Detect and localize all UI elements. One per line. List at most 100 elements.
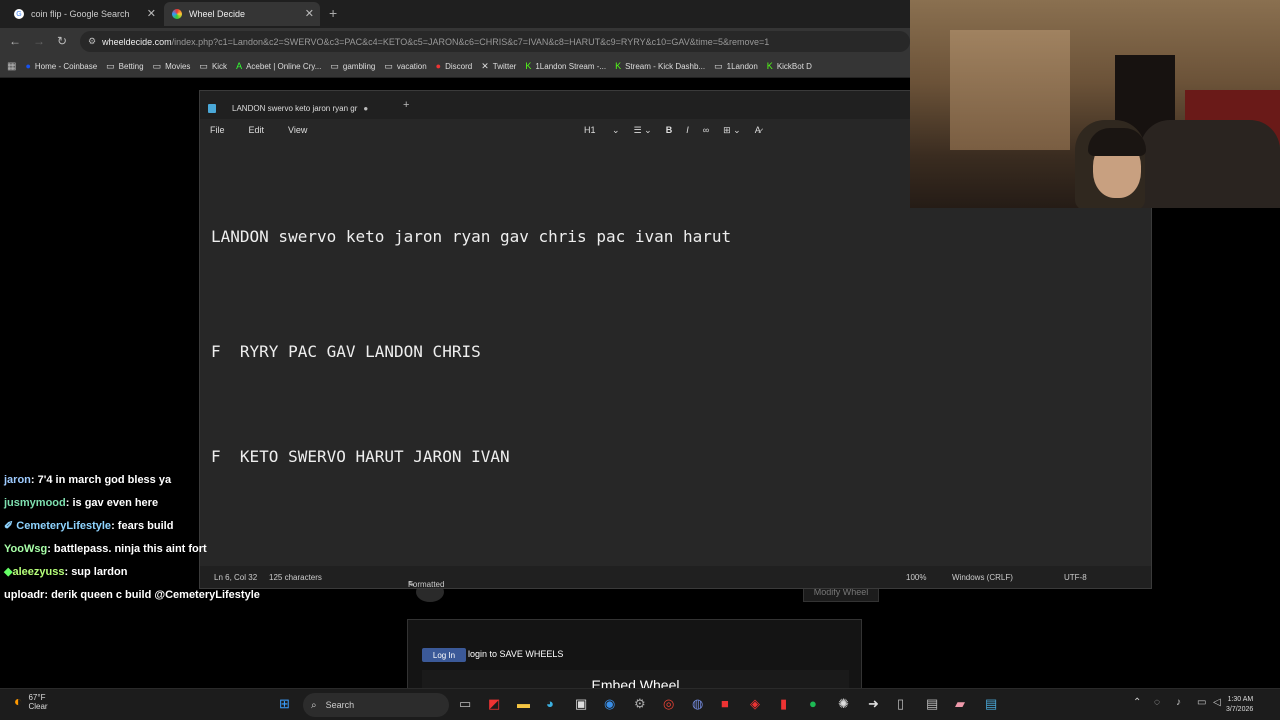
steam-icon[interactable]: ◉ xyxy=(604,696,615,712)
clock-date: 3/7/2026 xyxy=(1226,706,1254,713)
chat-message: ◆aleezyuss: sup lardon xyxy=(4,566,128,578)
folder-icon: ▭ xyxy=(152,60,162,71)
bookmark-kick-dashboard[interactable]: K Stream - Kick Dashb... xyxy=(615,61,705,71)
address-bar[interactable]: ⚙ wheeldecide.com /index.php?c1=Landon&c… xyxy=(80,31,910,52)
tab-label: Wheel Decide xyxy=(189,9,246,19)
weather-widget[interactable]: ◐ 67°F Clear xyxy=(14,693,48,711)
tray-overflow-icon[interactable]: ⌃ xyxy=(1133,697,1141,708)
system-clock[interactable]: 1:30 AM 3/7/2026 xyxy=(1226,695,1253,715)
app-icon[interactable]: ▮ xyxy=(780,696,787,712)
chat-message: jaron: 7'4 in march god bless ya xyxy=(4,474,172,486)
facebook-login-button[interactable]: Log In xyxy=(422,648,466,662)
chat-message: YooWsg: battlepass. ninja this aint fort xyxy=(4,543,207,555)
italic-icon[interactable]: I xyxy=(686,125,689,135)
wheel-icon xyxy=(172,9,182,19)
display-icon[interactable]: ▭ xyxy=(1197,697,1206,708)
edge-icon[interactable]: ◕ xyxy=(546,696,554,711)
obs-icon[interactable]: ✺ xyxy=(838,696,849,712)
bookmark-kickbot[interactable]: K KickBot D xyxy=(767,61,812,71)
temperature: 67°F xyxy=(28,693,46,702)
notepad-editor[interactable]: LANDON swervo keto jaron ryan gav chris … xyxy=(211,149,731,544)
bookmark-betting[interactable]: ▭ Betting xyxy=(106,61,143,72)
line-ending[interactable]: Windows (CRLF) xyxy=(952,573,1013,582)
notepad-tab-title: LANDON swervo keto jaron ryan gr xyxy=(232,103,358,113)
new-tab-button[interactable]: + xyxy=(329,5,337,21)
bookmark-kick[interactable]: ▭ Kick xyxy=(199,61,227,72)
tab-coin-flip[interactable]: G coin flip - Google Search ✕ xyxy=(6,2,162,26)
store-icon[interactable]: ▣ xyxy=(575,696,587,712)
kickbot-icon: K xyxy=(766,61,773,71)
apps-grid-icon[interactable]: ▦ xyxy=(7,61,16,72)
folder-icon: ▭ xyxy=(199,60,208,71)
task-view-icon[interactable]: ▭ xyxy=(459,696,471,712)
bookmark-coinbase[interactable]: ● Home - Coinbase xyxy=(25,61,97,71)
bookmark-1landon[interactable]: ▭ 1Landon xyxy=(714,61,758,72)
notepad-new-tab-button[interactable]: + xyxy=(403,99,409,111)
settings-icon[interactable]: ⚙ xyxy=(634,696,646,712)
kick-icon: K xyxy=(525,61,532,71)
app-pin-icon[interactable]: ▯ xyxy=(897,696,904,712)
calculator-icon[interactable]: ▤ xyxy=(926,696,938,712)
url-host: wheeldecide.com xyxy=(102,36,172,47)
mic-icon[interactable]: ♪ xyxy=(1176,697,1181,708)
bookmark-acebet[interactable]: A Acebet | Online Cry... xyxy=(236,61,321,71)
app-pink-icon[interactable]: ▰ xyxy=(955,696,965,712)
table-icon[interactable]: ⊞ ⌄ xyxy=(723,125,741,136)
tab-label: coin flip - Google Search xyxy=(31,9,130,19)
spotify-icon[interactable]: ● xyxy=(809,696,817,711)
volume-icon[interactable]: ◁ xyxy=(1213,697,1221,708)
unsaved-dot-icon[interactable]: ● xyxy=(363,104,368,113)
bold-icon[interactable]: B xyxy=(666,125,673,135)
editor-line: F RYRY PAC GAV LANDON CHRIS xyxy=(211,342,481,361)
app-arrow-icon[interactable]: ➜ xyxy=(868,696,879,712)
network-icon[interactable]: ◌ xyxy=(1154,697,1160,708)
clear-format-icon[interactable]: A̷ xyxy=(755,125,761,135)
url-path: /index.php?c1=Landon&c2=SWERVO&c3=PAC&c4… xyxy=(171,36,770,47)
folder-icon: ▭ xyxy=(106,60,115,71)
app-red-icon[interactable]: ■ xyxy=(721,696,729,711)
notepad-taskbar-icon[interactable]: ▤ xyxy=(985,696,997,712)
menu-file[interactable]: File xyxy=(210,125,225,135)
back-icon[interactable]: ← xyxy=(9,34,21,48)
taskbar-search[interactable]: ⌕ Search xyxy=(303,693,449,717)
forward-icon[interactable]: → xyxy=(33,34,45,48)
zoom-level[interactable]: 100% xyxy=(906,573,926,582)
folder-icon: ▭ xyxy=(714,60,723,71)
chat-overlay: jaron: 7'4 in march god bless ya jusmymo… xyxy=(4,470,260,608)
tab-wheel-decide[interactable]: Wheel Decide ✕ xyxy=(164,2,320,26)
char-count: 125 characters xyxy=(269,573,322,582)
reload-icon[interactable]: ↻ xyxy=(57,34,67,48)
x-icon: ✕ xyxy=(481,60,489,71)
bookmark-1landon-stream[interactable]: K 1Landon Stream -... xyxy=(525,61,606,71)
acebet-icon: A xyxy=(236,61,243,71)
taskbar: ◐ 67°F Clear ⊞ ⌕ Search ▭ ◩ ▬ ◕ ▣ ◉ ⚙ ◎ ◍… xyxy=(0,688,1280,720)
editor-line: F KETO SWERVO HARUT JARON IVAN xyxy=(211,447,510,466)
sheet-icon[interactable]: ◈ xyxy=(750,696,760,712)
folder-icon: ▭ xyxy=(384,60,393,71)
menu-view[interactable]: View xyxy=(288,125,307,135)
menu-edit[interactable]: Edit xyxy=(249,125,265,135)
bookmark-twitter[interactable]: ✕ Twitter xyxy=(481,61,516,72)
bookmark-movies[interactable]: ▭ Movies xyxy=(153,61,191,72)
list-icon[interactable]: ☰ ⌄ xyxy=(634,125,652,136)
weather-icon: ◐ xyxy=(14,693,23,709)
google-icon: G xyxy=(14,9,24,19)
file-explorer-icon[interactable]: ▬ xyxy=(517,696,530,711)
discord-icon[interactable]: ◍ xyxy=(692,696,703,712)
bookmark-discord[interactable]: ● Discord xyxy=(436,61,473,71)
bookmark-vacation[interactable]: ▭ vacation xyxy=(384,61,426,72)
close-tab-icon[interactable]: ✕ xyxy=(147,7,156,20)
site-info-icon[interactable]: ⚙ xyxy=(88,36,96,47)
heading-dropdown[interactable]: H1 ⌄ xyxy=(584,125,620,136)
link-icon[interactable]: ∞ xyxy=(703,125,709,135)
chrome-icon[interactable]: ◎ xyxy=(663,696,674,712)
coinbase-icon: ● xyxy=(25,61,31,71)
windows-start-icon[interactable]: ⊞ xyxy=(279,696,290,712)
close-tab-icon[interactable]: ✕ xyxy=(305,7,314,20)
weather-condition: Clear xyxy=(28,702,48,711)
bookmark-gambling[interactable]: ▭ gambling xyxy=(330,61,375,72)
encoding[interactable]: UTF-8 xyxy=(1064,573,1087,582)
amd-icon[interactable]: ◩ xyxy=(488,696,500,712)
clock-time: 1:30 AM xyxy=(1227,696,1254,703)
notepad-tab[interactable]: LANDON swervo keto jaron ryan gr ● xyxy=(208,97,378,119)
